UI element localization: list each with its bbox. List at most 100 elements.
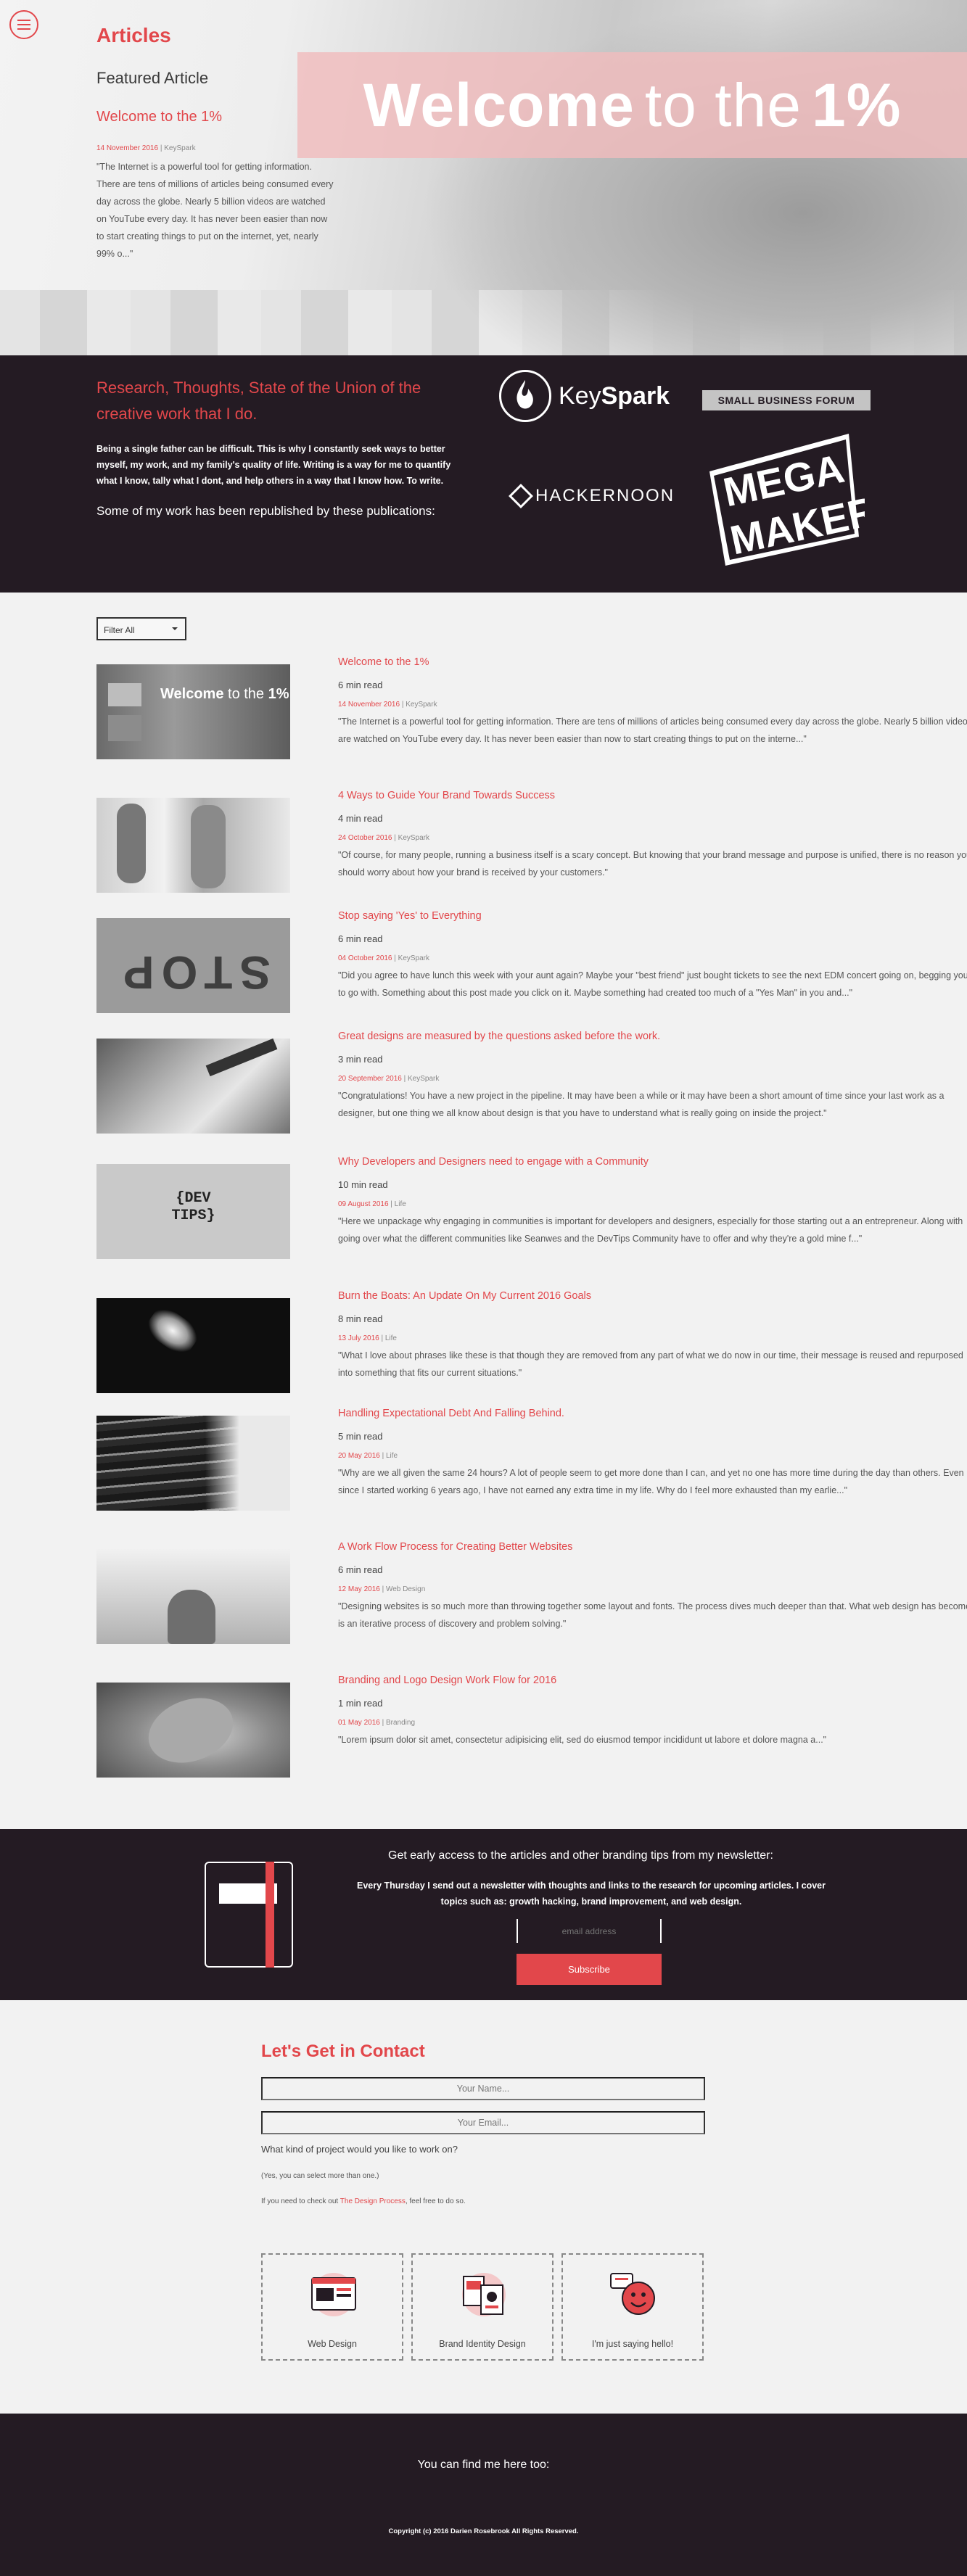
article-thumbnail[interactable] bbox=[96, 1683, 290, 1778]
keyspark-word-key: Key bbox=[559, 381, 601, 410]
newsletter-description: Every Thursday I send out a newsletter w… bbox=[357, 1881, 826, 1907]
option-label: I'm just saying hello! bbox=[591, 2339, 674, 2349]
process-note-post: , feel free to do so. bbox=[405, 2197, 466, 2205]
article-author: Life bbox=[385, 1452, 398, 1460]
featured-author[interactable]: KeySpark bbox=[164, 144, 195, 152]
featured-meta: 14 November 2016 | KeySpark bbox=[96, 144, 196, 152]
article-author: Branding bbox=[385, 1719, 416, 1727]
article-date: 24 October 2016 bbox=[338, 834, 392, 842]
notebook-strap bbox=[266, 1862, 274, 1968]
flame-icon bbox=[499, 370, 551, 422]
select-note: (Yes, you can select more than one.) bbox=[261, 2172, 379, 2180]
featured-excerpt: "The Internet is a powerful tool for get… bbox=[96, 162, 334, 259]
article-thumbnail[interactable] bbox=[96, 1039, 290, 1134]
article-item: Welcome to the 1% Welcome to the 1% 6 mi… bbox=[96, 655, 967, 778]
article-meta: 14 November 2016 | KeySpark bbox=[338, 701, 437, 709]
read-time: 5 min read bbox=[338, 1431, 383, 1442]
option-brand-identity[interactable]: Brand Identity Design bbox=[411, 2253, 554, 2361]
thumb-devtips-logo: {DEV TIPS} bbox=[171, 1190, 215, 1224]
article-title[interactable]: A Work Flow Process for Creating Better … bbox=[338, 1540, 967, 1554]
article-thumbnail[interactable] bbox=[96, 1298, 290, 1393]
hackernoon-logo[interactable]: HACKERNOON bbox=[509, 484, 675, 508]
article-title[interactable]: Burn the Boats: An Update On My Current … bbox=[338, 1289, 967, 1303]
newsletter-title: Get early access to the articles and oth… bbox=[388, 1849, 773, 1862]
thumb-tile bbox=[108, 715, 141, 741]
banner-word-3: 1% bbox=[812, 70, 902, 139]
article-title[interactable]: Great designs are measured by the questi… bbox=[338, 1029, 967, 1044]
article-thumbnail[interactable]: STOP bbox=[96, 918, 290, 1013]
email-input[interactable] bbox=[261, 2111, 705, 2134]
article-title[interactable]: Branding and Logo Design Work Flow for 2… bbox=[338, 1673, 967, 1688]
about-section: Research, Thoughts, State of the Union o… bbox=[0, 355, 967, 593]
article-title[interactable]: Why Developers and Designers need to eng… bbox=[338, 1155, 967, 1169]
thumb-welcome-text: Welcome to the 1% bbox=[160, 686, 289, 702]
subscribe-button[interactable]: Subscribe bbox=[517, 1954, 662, 1985]
copyright: Copyright (c) 2016 Darien Rosebrook All … bbox=[388, 2527, 579, 2535]
article-body: Burn the Boats: An Update On My Current … bbox=[338, 1289, 967, 1382]
read-time: 8 min read bbox=[338, 1313, 383, 1324]
article-meta: 20 May 2016 | Life bbox=[338, 1452, 398, 1460]
hamburger-icon-bar bbox=[17, 28, 30, 30]
hamburger-icon bbox=[17, 20, 30, 21]
thumb-tile bbox=[108, 683, 141, 706]
menu-button[interactable] bbox=[9, 10, 38, 39]
article-title[interactable]: Welcome to the 1% bbox=[338, 655, 967, 669]
article-excerpt: "Did you agree to have lunch this week w… bbox=[338, 970, 967, 998]
article-body: Handling Expectational Debt And Falling … bbox=[338, 1406, 967, 1499]
article-body: Great designs are measured by the questi… bbox=[338, 1029, 967, 1122]
featured-banner-text: Welcome to the 1% bbox=[297, 52, 967, 158]
article-item: Handling Expectational Debt And Falling … bbox=[96, 1406, 964, 1530]
article-thumbnail[interactable] bbox=[96, 1416, 290, 1511]
article-excerpt: "The Internet is a powerful tool for get… bbox=[338, 717, 967, 744]
option-saying-hello[interactable]: I'm just saying hello! bbox=[561, 2253, 704, 2361]
notebook-icon bbox=[205, 1862, 293, 1968]
article-author: KeySpark bbox=[406, 701, 437, 709]
article-thumbnail[interactable] bbox=[96, 1549, 290, 1644]
keyspark-logo[interactable]: KeySpark bbox=[499, 370, 670, 422]
article-excerpt: "Why are we all given the same 24 hours?… bbox=[338, 1468, 964, 1495]
option-label: Brand Identity Design bbox=[439, 2339, 526, 2349]
small-business-forum-logo[interactable]: SMALL BUSINESS FORUM bbox=[702, 390, 871, 410]
featured-article-title[interactable]: Welcome to the 1% bbox=[96, 109, 222, 125]
article-title[interactable]: Handling Expectational Debt And Falling … bbox=[338, 1406, 967, 1421]
option-label: Web Design bbox=[308, 2339, 357, 2349]
article-author: Life bbox=[394, 1200, 406, 1208]
article-excerpt: "Lorem ipsum dolor sit amet, consectetur… bbox=[338, 1735, 827, 1745]
article-title[interactable]: 4 Ways to Guide Your Brand Towards Succe… bbox=[338, 788, 967, 803]
article-excerpt: "Of course, for many people, running a b… bbox=[338, 850, 967, 878]
article-excerpt: "What I love about phrases like these is… bbox=[338, 1350, 963, 1378]
hackernoon-icon bbox=[509, 484, 533, 508]
thumb-fire bbox=[142, 1303, 203, 1359]
option-web-design[interactable]: Web Design bbox=[261, 2253, 403, 2361]
article-thumbnail[interactable]: {DEV TIPS} bbox=[96, 1164, 290, 1259]
article-date: 20 September 2016 bbox=[338, 1075, 402, 1083]
article-date: 04 October 2016 bbox=[338, 954, 392, 962]
read-time: 6 min read bbox=[338, 933, 383, 944]
article-body: Stop saying 'Yes' to Everything 6 min re… bbox=[338, 909, 967, 1002]
name-input[interactable] bbox=[261, 2077, 705, 2100]
republished-label: Some of my work has been republished by … bbox=[96, 504, 435, 518]
read-time: 10 min read bbox=[338, 1179, 388, 1190]
brand-identity-icon bbox=[462, 2273, 506, 2316]
article-date: 20 May 2016 bbox=[338, 1452, 380, 1460]
thumb-bag bbox=[191, 805, 226, 888]
article-item: 4 Ways to Guide Your Brand Towards Succe… bbox=[96, 788, 967, 912]
filter-select[interactable]: Filter All bbox=[96, 617, 186, 640]
article-meta: 04 October 2016 | KeySpark bbox=[338, 954, 430, 962]
newsletter-email-input[interactable] bbox=[517, 1919, 662, 1943]
article-title[interactable]: Stop saying 'Yes' to Everything bbox=[338, 909, 967, 923]
article-body: Why Developers and Designers need to eng… bbox=[338, 1155, 967, 1247]
hackernoon-word: HACKERNOON bbox=[535, 486, 675, 505]
featured-date: 14 November 2016 bbox=[96, 144, 159, 152]
newsletter-section: Get early access to the articles and oth… bbox=[0, 1829, 967, 2000]
read-time: 1 min read bbox=[338, 1698, 383, 1709]
megamaker-logo[interactable]: MEGA MAKER bbox=[704, 428, 865, 570]
article-item: Branding and Logo Design Work Flow for 2… bbox=[96, 1673, 880, 1796]
article-thumbnail[interactable] bbox=[96, 798, 290, 893]
keyspark-word-spark: Spark bbox=[601, 381, 670, 410]
contact-title: Let's Get in Contact bbox=[261, 2042, 425, 2061]
design-process-link[interactable]: The Design Process bbox=[340, 2197, 406, 2205]
article-excerpt: "Here we unpackage why engaging in commu… bbox=[338, 1216, 963, 1244]
article-date: 13 July 2016 bbox=[338, 1334, 379, 1342]
article-thumbnail[interactable]: Welcome to the 1% bbox=[96, 664, 290, 759]
